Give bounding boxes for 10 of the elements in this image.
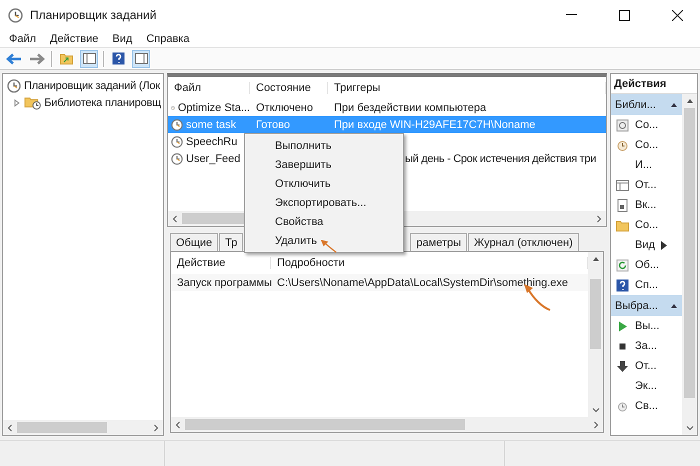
table-cell: ый день - Срок истечения действия три <box>405 152 596 164</box>
table-cell: Готово <box>256 118 290 130</box>
section-title: Выбра... <box>615 300 658 312</box>
table-cell: При бездействии компьютера <box>334 102 486 114</box>
table-cell: Запуск программы <box>177 276 272 288</box>
table-cell: C:\Users\Noname\AppData\Local\SystemDir\something.exe <box>277 276 568 288</box>
table-cell: Отключено <box>256 102 313 114</box>
window-title: Планировщик заданий <box>30 8 158 22</box>
section-title: Библи... <box>615 98 656 110</box>
table-cell: При входе WIN-H29AFE17C7H\Noname <box>334 118 536 130</box>
